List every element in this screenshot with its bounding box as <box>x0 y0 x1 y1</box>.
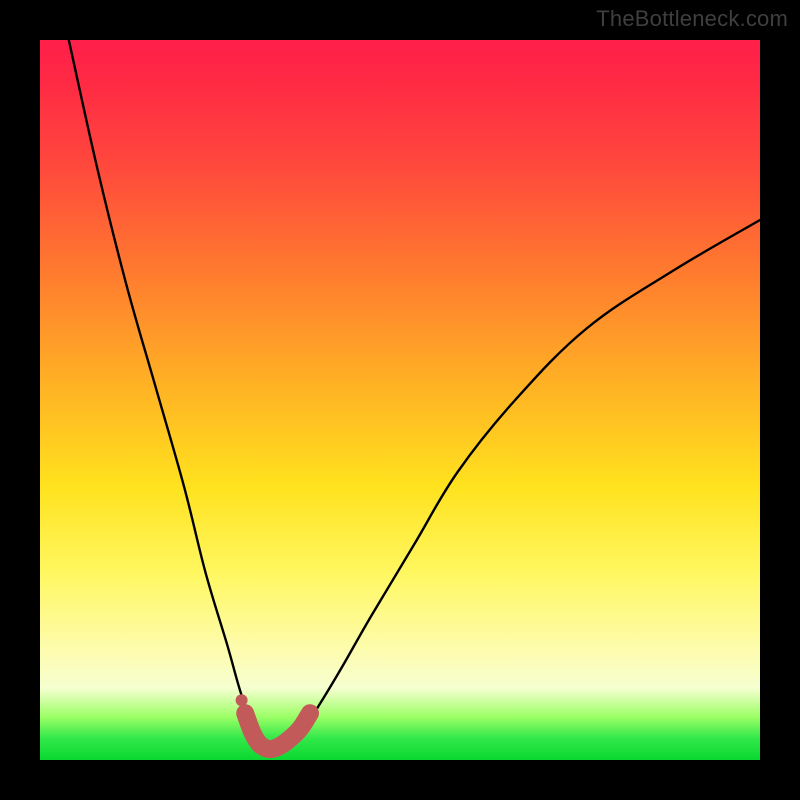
chart-frame: TheBottleneck.com <box>0 0 800 800</box>
highlight-segment <box>245 713 310 749</box>
highlight-dot-icon <box>236 694 248 706</box>
watermark-text: TheBottleneck.com <box>596 6 788 32</box>
chart-svg <box>40 40 760 760</box>
bottleneck-curve <box>69 40 760 749</box>
